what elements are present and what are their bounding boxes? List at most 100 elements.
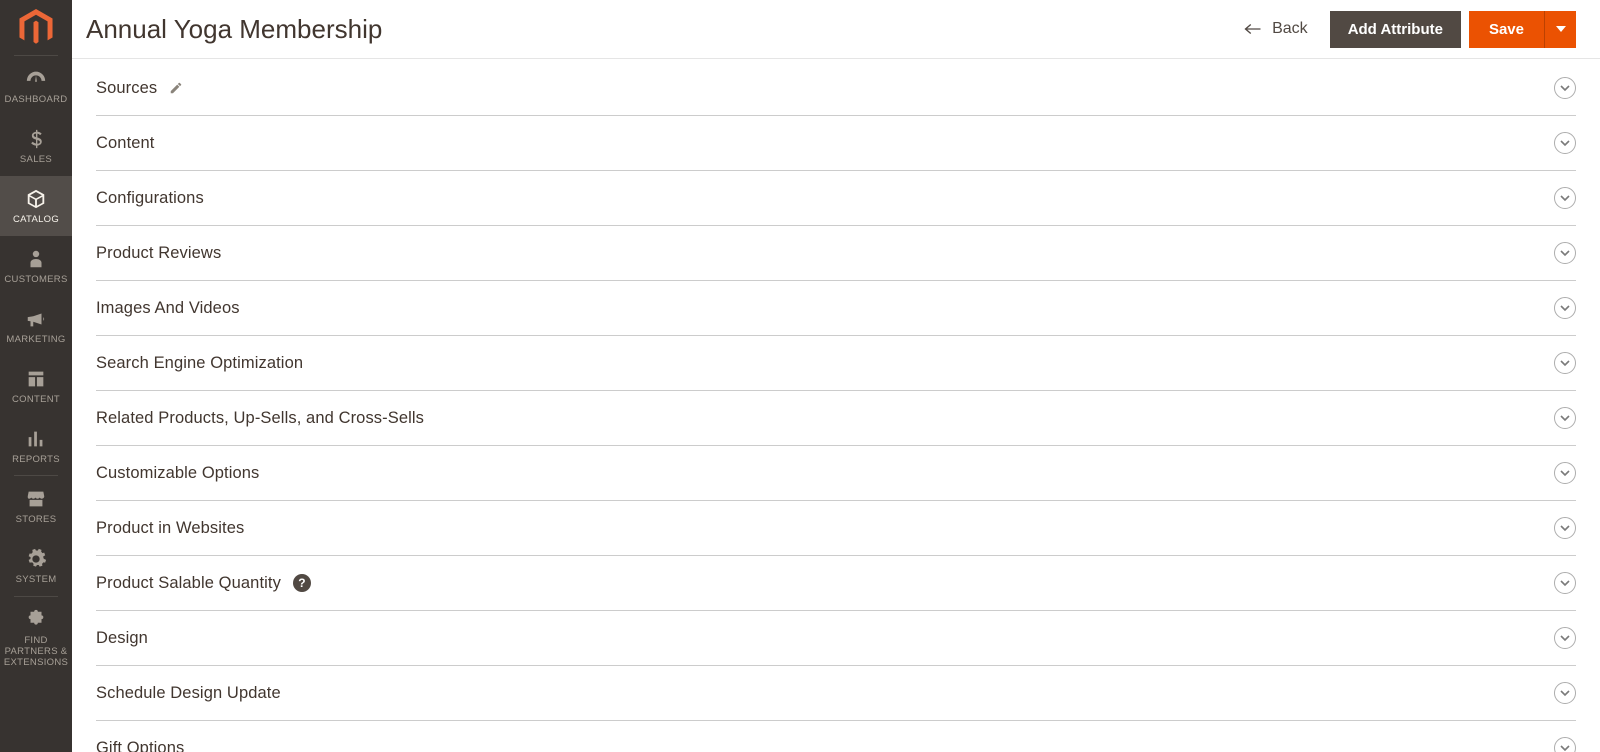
- expand-toggle[interactable]: [1554, 682, 1576, 704]
- section-images-videos[interactable]: Images And Videos: [96, 281, 1576, 336]
- expand-toggle[interactable]: [1554, 297, 1576, 319]
- sidebar-item-label: SYSTEM: [12, 575, 61, 586]
- expand-toggle[interactable]: [1554, 572, 1576, 594]
- storefront-icon: [25, 487, 47, 511]
- sidebar-item-catalog[interactable]: CATALOG: [0, 176, 72, 236]
- section-title-label: Customizable Options: [96, 464, 259, 483]
- section-configurations[interactable]: Configurations: [96, 171, 1576, 226]
- sidebar-item-label: DASHBOARD: [1, 95, 72, 106]
- gear-icon: [25, 547, 47, 571]
- sidebar-item-label: FIND PARTNERS & EXTENSIONS: [0, 636, 72, 669]
- main-content: Annual Yoga Membership Back Add Attribut…: [72, 0, 1600, 752]
- chevron-down-icon: [1560, 580, 1570, 587]
- sidebar-item-reports[interactable]: REPORTS: [0, 416, 72, 476]
- magento-logo-icon: [19, 9, 53, 47]
- save-dropdown-toggle[interactable]: [1544, 11, 1576, 48]
- section-design[interactable]: Design: [96, 611, 1576, 666]
- sidebar-item-marketing[interactable]: MARKETING: [0, 296, 72, 356]
- expand-toggle[interactable]: [1554, 737, 1576, 752]
- section-seo[interactable]: Search Engine Optimization: [96, 336, 1576, 391]
- back-button[interactable]: Back: [1230, 12, 1322, 46]
- chevron-down-icon: [1560, 525, 1570, 532]
- caret-down-icon: [1556, 26, 1566, 32]
- section-title-label: Search Engine Optimization: [96, 354, 303, 373]
- expand-toggle[interactable]: [1554, 187, 1576, 209]
- add-attribute-button[interactable]: Add Attribute: [1330, 11, 1461, 48]
- sidebar-item-label: SALES: [16, 155, 56, 166]
- section-title-label: Content: [96, 134, 155, 153]
- section-title-label: Related Products, Up-Sells, and Cross-Se…: [96, 409, 424, 428]
- chevron-down-icon: [1560, 305, 1570, 312]
- chevron-down-icon: [1560, 745, 1570, 752]
- chevron-down-icon: [1560, 140, 1570, 147]
- section-title-label: Schedule Design Update: [96, 684, 281, 703]
- sidebar-item-stores[interactable]: STORES: [0, 476, 72, 536]
- header-actions: Back Add Attribute Save: [1230, 11, 1576, 48]
- section-title-label: Product Reviews: [96, 244, 221, 263]
- section-title-label: Product Salable Quantity: [96, 574, 281, 593]
- section-title-label: Product in Websites: [96, 519, 244, 538]
- section-title-label: Sources: [96, 79, 157, 98]
- chevron-down-icon: [1560, 635, 1570, 642]
- section-customizable-options[interactable]: Customizable Options: [96, 446, 1576, 501]
- expand-toggle[interactable]: [1554, 517, 1576, 539]
- chevron-down-icon: [1560, 85, 1570, 92]
- sidebar-item-label: MARKETING: [2, 335, 69, 346]
- section-product-in-websites[interactable]: Product in Websites: [96, 501, 1576, 556]
- person-icon: [25, 247, 47, 271]
- section-title-label: Configurations: [96, 189, 204, 208]
- arrow-left-icon: [1244, 22, 1262, 36]
- sidebar-item-sales[interactable]: SALES: [0, 116, 72, 176]
- section-salable-quantity[interactable]: Product Salable Quantity ?: [96, 556, 1576, 611]
- dollar-icon: [25, 127, 47, 151]
- expand-toggle[interactable]: [1554, 352, 1576, 374]
- chevron-down-icon: [1560, 195, 1570, 202]
- cube-icon: [25, 187, 47, 211]
- sidebar-item-label: STORES: [12, 515, 61, 526]
- section-gift-options[interactable]: Gift Options: [96, 721, 1576, 752]
- chevron-down-icon: [1560, 470, 1570, 477]
- sidebar-item-label: CATALOG: [9, 215, 63, 226]
- expand-toggle[interactable]: [1554, 407, 1576, 429]
- expand-toggle[interactable]: [1554, 462, 1576, 484]
- bar-chart-icon: [25, 427, 47, 451]
- sidebar-item-customers[interactable]: CUSTOMERS: [0, 236, 72, 296]
- page-title: Annual Yoga Membership: [84, 14, 1230, 45]
- expand-toggle[interactable]: [1554, 132, 1576, 154]
- chevron-down-icon: [1560, 415, 1570, 422]
- section-content[interactable]: Content: [96, 116, 1576, 171]
- section-title-label: Gift Options: [96, 739, 184, 752]
- section-schedule-design[interactable]: Schedule Design Update: [96, 666, 1576, 721]
- magento-logo[interactable]: [0, 0, 72, 55]
- gauge-icon: [25, 67, 47, 91]
- section-related-products[interactable]: Related Products, Up-Sells, and Cross-Se…: [96, 391, 1576, 446]
- sidebar-item-label: REPORTS: [8, 455, 64, 466]
- section-title-label: Images And Videos: [96, 299, 240, 318]
- chevron-down-icon: [1560, 360, 1570, 367]
- chevron-down-icon: [1560, 250, 1570, 257]
- megaphone-icon: [25, 307, 47, 331]
- puzzle-icon: [25, 608, 47, 632]
- section-title-label: Design: [96, 629, 148, 648]
- layout-icon: [25, 367, 47, 391]
- accordion-sections: Sources Content Configurations Product R…: [72, 59, 1600, 752]
- sidebar-item-dashboard[interactable]: DASHBOARD: [0, 56, 72, 116]
- expand-toggle[interactable]: [1554, 77, 1576, 99]
- pencil-icon[interactable]: [169, 81, 183, 95]
- sidebar-item-system[interactable]: SYSTEM: [0, 536, 72, 596]
- sidebar-item-content[interactable]: CONTENT: [0, 356, 72, 416]
- sidebar-item-partners[interactable]: FIND PARTNERS & EXTENSIONS: [0, 597, 72, 679]
- section-product-reviews[interactable]: Product Reviews: [96, 226, 1576, 281]
- admin-sidebar: DASHBOARD SALES CATALOG CUSTOMERS MARKET…: [0, 0, 72, 752]
- expand-toggle[interactable]: [1554, 242, 1576, 264]
- expand-toggle[interactable]: [1554, 627, 1576, 649]
- help-icon[interactable]: ?: [293, 574, 311, 592]
- save-button[interactable]: Save: [1469, 11, 1544, 48]
- back-button-label: Back: [1272, 20, 1308, 38]
- sidebar-item-label: CUSTOMERS: [0, 275, 71, 286]
- chevron-down-icon: [1560, 690, 1570, 697]
- sidebar-item-label: CONTENT: [8, 395, 64, 406]
- section-sources[interactable]: Sources: [96, 59, 1576, 116]
- page-header: Annual Yoga Membership Back Add Attribut…: [72, 0, 1600, 59]
- save-button-group: Save: [1469, 11, 1576, 48]
